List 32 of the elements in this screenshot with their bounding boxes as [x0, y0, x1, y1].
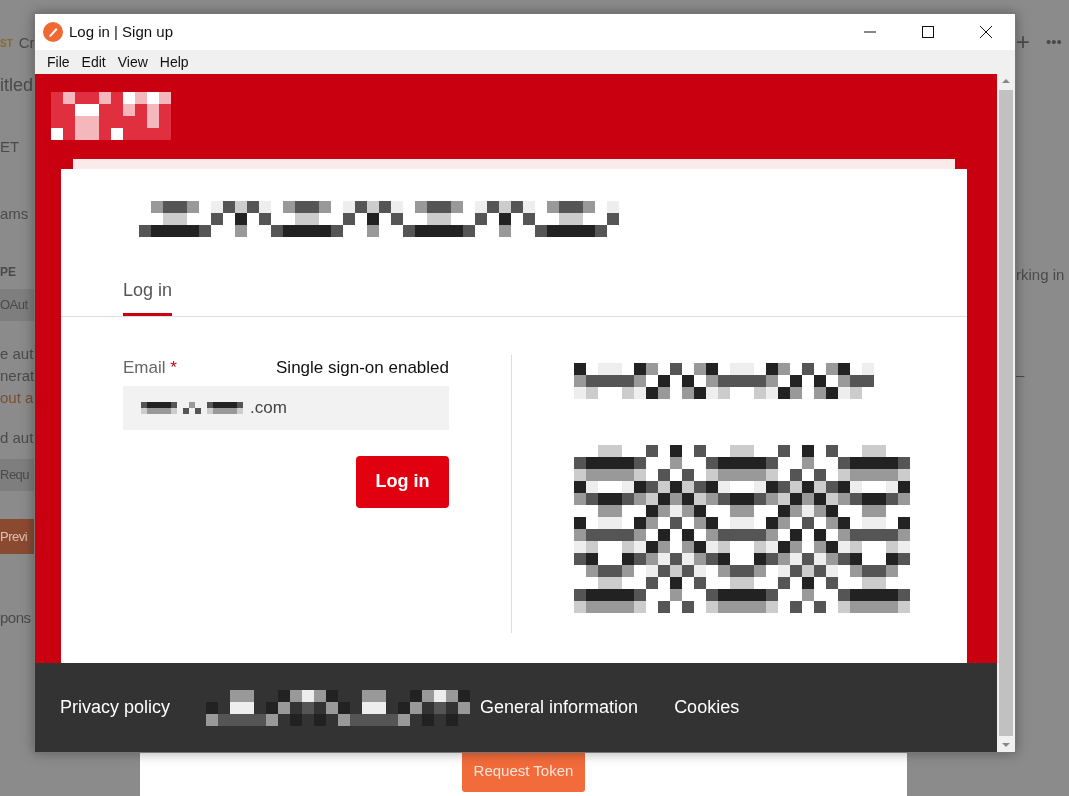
menu-item[interactable]: View: [111, 51, 154, 73]
login-button[interactable]: Log in: [356, 455, 449, 508]
footer-link[interactable]: General information: [480, 694, 639, 721]
sso-note: Single sign-on enabled: [276, 357, 449, 379]
footer-link[interactable]: Cookies: [674, 694, 740, 721]
background-text: d aut: [0, 427, 34, 448]
background-text: out a: [0, 387, 34, 408]
background-text: pons: [0, 607, 31, 628]
background-text: PE: [0, 263, 16, 281]
background-text: ET: [0, 137, 20, 158]
background-text: nerat: [0, 365, 35, 386]
background-text: Cr: [18, 32, 35, 53]
maximize-icon: [922, 26, 934, 38]
background-text: ST: [0, 36, 13, 51]
email-label: Email *: [123, 357, 177, 379]
minimize-icon: [864, 31, 876, 33]
background-text: rking in: [1016, 264, 1065, 285]
background-text: itled: [0, 73, 34, 97]
scrollbar[interactable]: [997, 74, 1015, 752]
footer-link[interactable]: Privacy policy: [60, 694, 171, 721]
app-logo-icon: [43, 22, 63, 42]
login-tab[interactable]: Log in: [123, 269, 173, 316]
email-input[interactable]: .com: [250, 394, 310, 421]
window-title: Log in | Sign up: [69, 21, 173, 42]
background-text: –: [1016, 364, 1025, 385]
background-button[interactable]: Previ: [0, 518, 34, 555]
background-text: ams: [0, 203, 29, 224]
close-icon: [980, 26, 992, 38]
menu-item[interactable]: File: [41, 51, 76, 73]
background-text: e aut: [0, 343, 34, 364]
menu-item[interactable]: Edit: [75, 51, 112, 73]
menu-item[interactable]: Help: [153, 51, 195, 73]
